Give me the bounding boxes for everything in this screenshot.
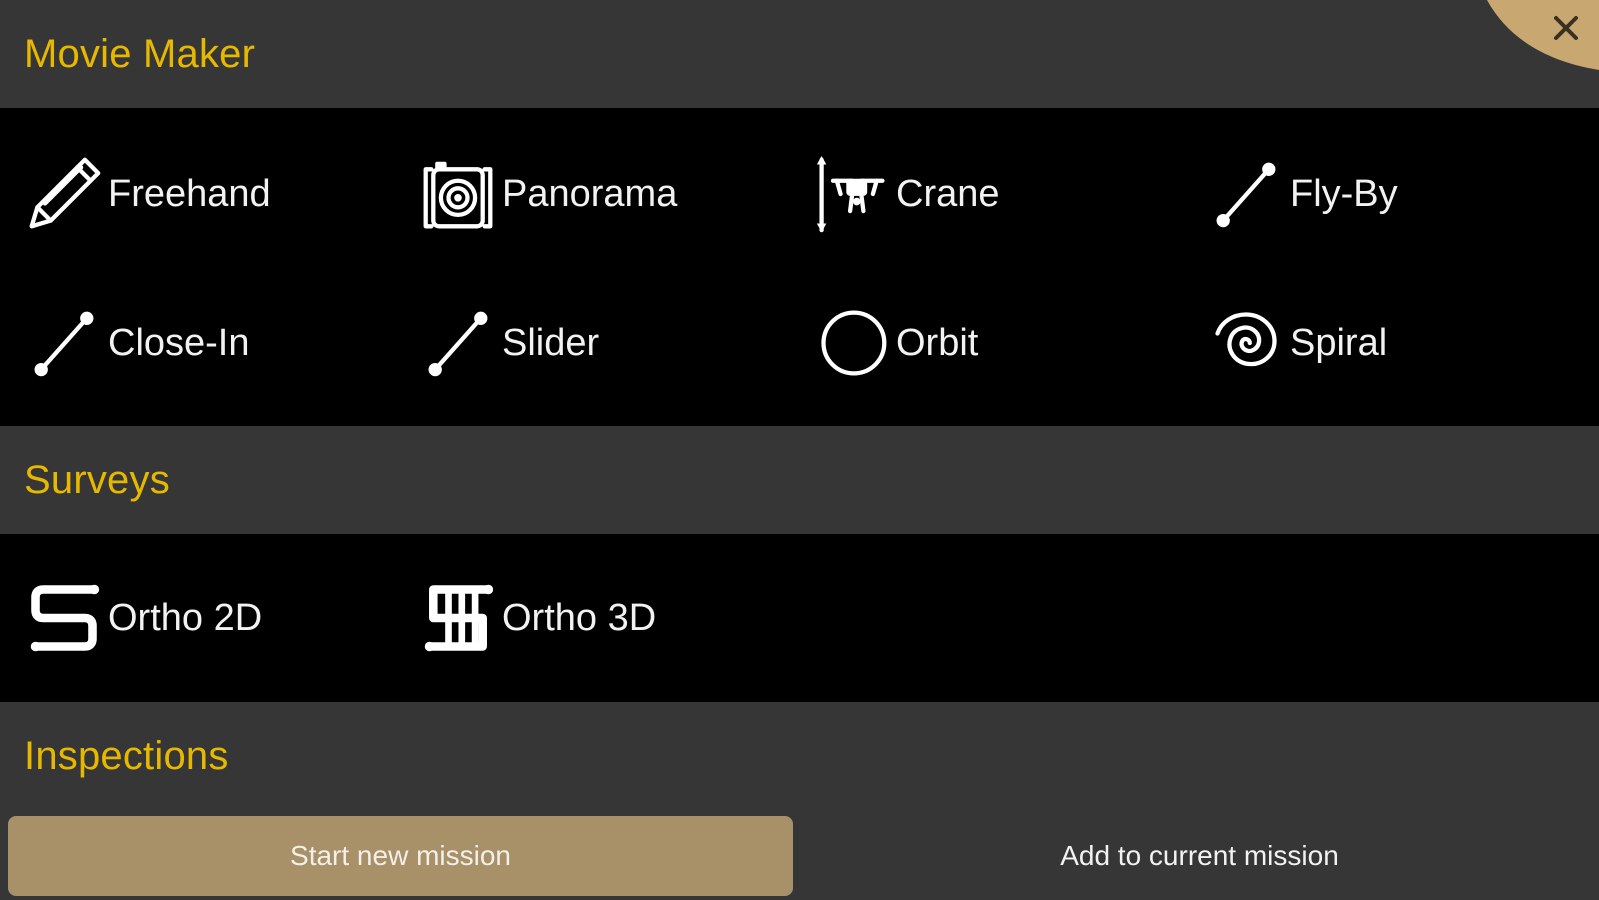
surveys-title: Surveys [24,457,170,502]
spiral-label: Spiral [1290,321,1388,364]
panorama-option[interactable]: Panorama [418,154,677,234]
spiral-option[interactable]: Spiral [1206,303,1387,383]
freehand-label: Freehand [108,172,271,215]
surveys-header: Surveys [0,426,1599,534]
orbit-label: Orbit [896,321,979,364]
ortho-2d-option[interactable]: Ortho 2D [24,578,262,658]
orbit-option[interactable]: Orbit [812,303,978,383]
freehand-option[interactable]: Freehand [24,154,271,234]
start-new-mission-button[interactable]: Start new mission [8,816,793,896]
fly-by-option[interactable]: Fly-By [1206,154,1398,234]
fly-by-label: Fly-By [1290,172,1398,215]
panorama-label: Panorama [502,172,678,215]
add-to-current-mission-button[interactable]: Add to current mission [800,816,1599,896]
ortho-3d-option[interactable]: Ortho 3D [418,578,656,658]
movie-maker-grid: Freehand Panorama Crane Fly-By Close-In … [0,108,1599,426]
close-in-label: Close-In [108,321,250,364]
inspections-title: Inspections [24,733,229,778]
movie-maker-header: Movie Maker [0,0,1599,108]
surveys-grid: Ortho 2D Ortho 3D [0,534,1599,702]
line-segment-icon [418,303,498,383]
pencil-icon [24,154,104,234]
inspections-header: Inspections [0,702,1599,810]
close-in-option[interactable]: Close-In [24,303,250,383]
close-button[interactable] [1479,0,1599,70]
crane-drone-icon [812,154,892,234]
ortho-2d-label: Ortho 2D [108,596,263,639]
ortho-3d-label: Ortho 3D [502,596,657,639]
crane-label: Crane [896,172,1000,215]
circle-icon [812,303,892,383]
line-segment-icon [24,303,104,383]
close-icon [1487,0,1599,70]
slider-option[interactable]: Slider [418,303,599,383]
ortho-3d-grid-icon [418,578,498,658]
panorama-camera-icon [418,154,498,234]
crane-option[interactable]: Crane [812,154,1000,234]
action-bar: Start new mission Add to current mission [0,810,1599,900]
slider-label: Slider [502,321,600,364]
movie-maker-title: Movie Maker [24,31,256,76]
mission-type-picker: Movie Maker Freehand Panorama Crane Fly-… [0,0,1599,900]
spiral-icon [1206,303,1286,383]
line-segment-icon [1206,154,1286,234]
ortho-2d-path-icon [24,578,104,658]
